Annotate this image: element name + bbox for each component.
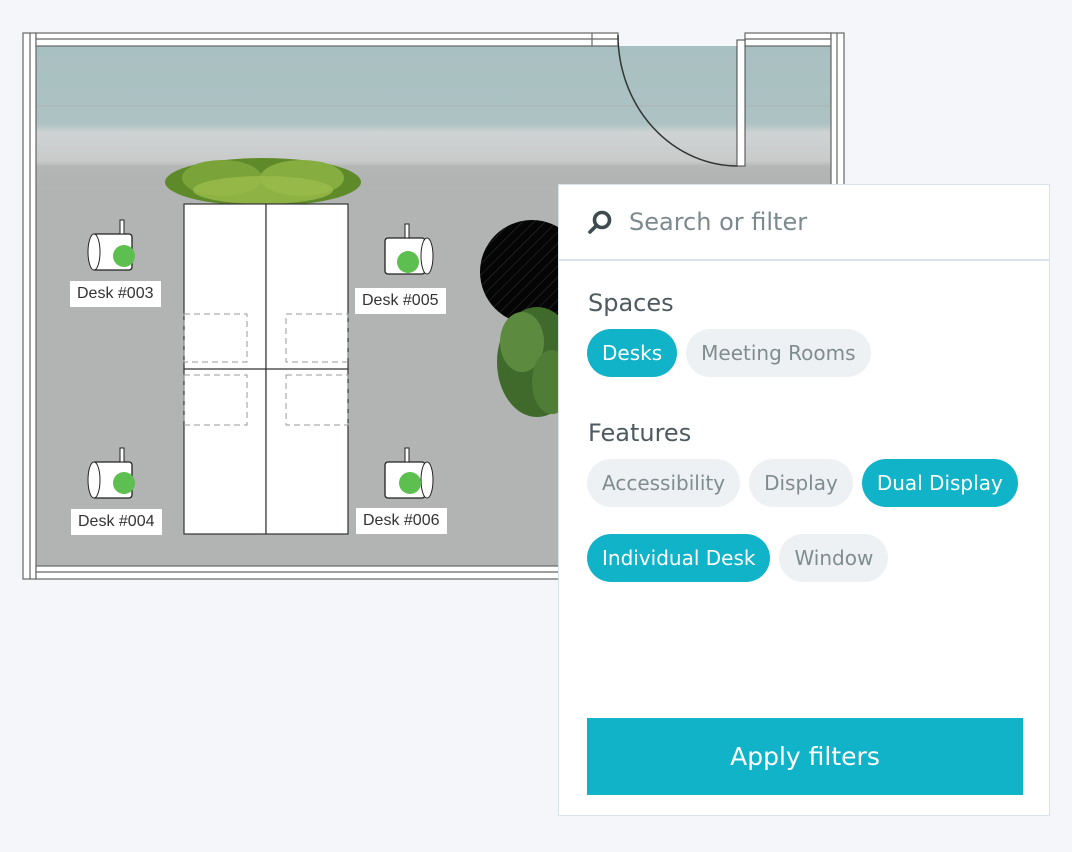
features-chips: Accessibility Display Dual Display Indiv… xyxy=(559,459,1049,582)
apply-filters-button[interactable]: Apply filters xyxy=(587,718,1023,795)
desk-status-dot[interactable] xyxy=(399,472,421,494)
chip-dual-display[interactable]: Dual Display xyxy=(861,459,1018,507)
desk-status-dot[interactable] xyxy=(113,245,135,267)
desk-block xyxy=(183,203,349,535)
chip-desks[interactable]: Desks xyxy=(587,329,678,377)
desk-status-dot[interactable] xyxy=(113,472,135,494)
desk-label[interactable]: Desk #005 xyxy=(355,288,446,314)
chip-accessibility[interactable]: Accessibility xyxy=(587,459,741,507)
spaces-title: Spaces xyxy=(588,289,674,317)
features-title: Features xyxy=(588,419,692,447)
desk-label[interactable]: Desk #004 xyxy=(71,509,162,535)
search-bar[interactable] xyxy=(559,185,1049,261)
chip-meeting-rooms[interactable]: Meeting Rooms xyxy=(686,329,871,377)
window-band xyxy=(36,46,831,186)
chip-window[interactable]: Window xyxy=(779,534,889,582)
desk-label[interactable]: Desk #006 xyxy=(356,508,447,534)
desk-label[interactable]: Desk #003 xyxy=(70,281,161,307)
filter-panel: Spaces Desks Meeting Rooms Features Acce… xyxy=(558,184,1050,816)
hedge-plant xyxy=(165,158,361,206)
chip-individual-desk[interactable]: Individual Desk xyxy=(587,534,771,582)
spaces-chips: Desks Meeting Rooms xyxy=(559,329,1049,377)
chip-display[interactable]: Display xyxy=(749,459,853,507)
search-icon xyxy=(588,210,612,234)
desk-status-dot[interactable] xyxy=(397,251,419,273)
search-input[interactable] xyxy=(629,208,1029,236)
